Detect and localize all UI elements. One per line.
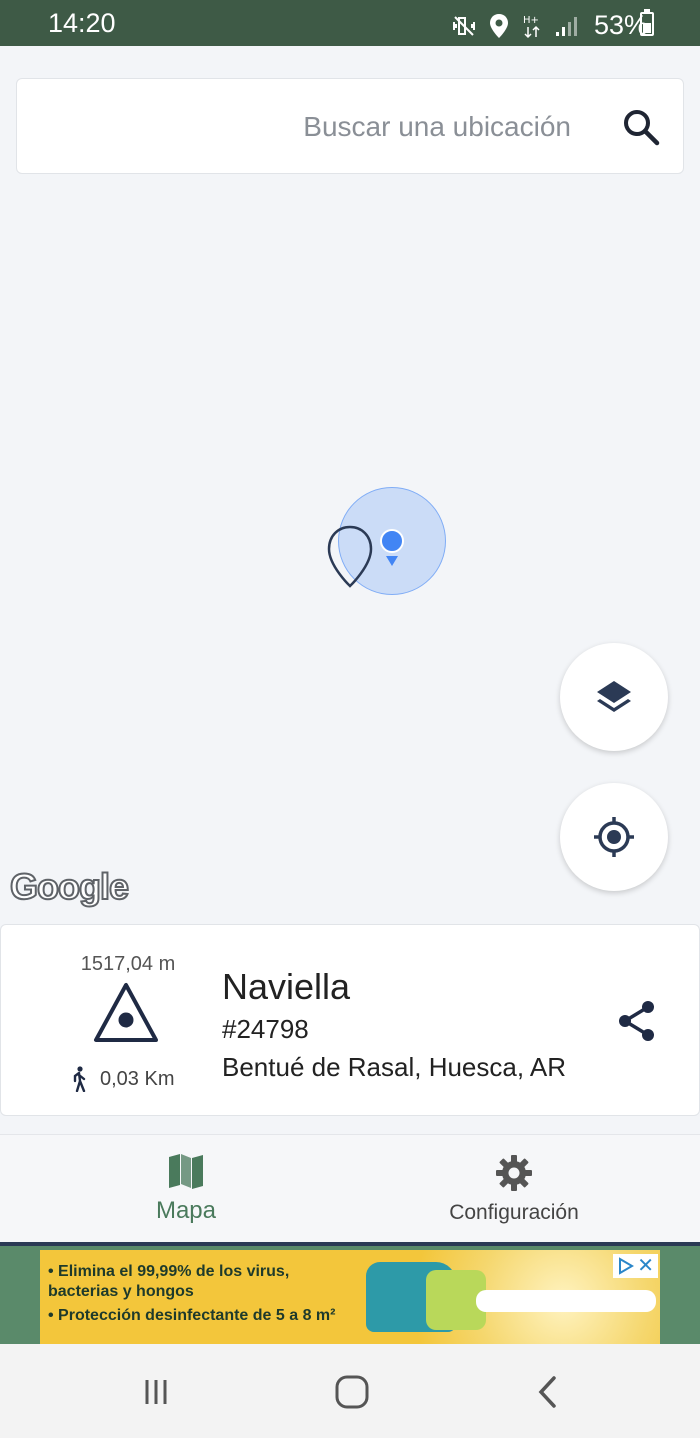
back-icon: [538, 1376, 556, 1408]
layers-icon: [597, 681, 631, 712]
data-arrows-icon: H+: [523, 15, 540, 38]
ad-choices[interactable]: ✕: [613, 1254, 658, 1278]
ad-line-2: • Protección desinfectante de 5 a 8 m²: [48, 1307, 336, 1324]
status-time: 14:20: [48, 8, 116, 38]
status-icons: H+ 53%: [452, 10, 648, 41]
back-button[interactable]: [526, 1370, 570, 1414]
map-pin-icon[interactable]: [326, 524, 374, 588]
nav-item-map[interactable]: Mapa: [86, 1135, 286, 1243]
location-icon: [489, 13, 508, 38]
search-icon[interactable]: [619, 105, 663, 149]
nav-label-settings: Configuración: [449, 1201, 579, 1224]
peak-name: Naviella: [222, 966, 351, 1007]
mute-vibrate-icon: [452, 15, 475, 36]
recents-icon: [145, 1380, 167, 1404]
status-bar: 14:20 H+ 53%: [0, 0, 700, 46]
distance-row: 0,03 Km: [68, 1066, 174, 1092]
layers-button[interactable]: [560, 643, 668, 751]
home-button[interactable]: [330, 1370, 374, 1414]
elevation-label: 1517,04 m: [80, 953, 176, 975]
search-input[interactable]: [17, 79, 577, 175]
distance-value: 0,03 Km: [100, 1067, 175, 1090]
crosshair-icon: [594, 817, 634, 857]
svg-text:H+: H+: [523, 15, 539, 26]
ad-tube-shape: [476, 1290, 656, 1312]
map-icon: [169, 1154, 203, 1189]
my-location-button[interactable]: [560, 783, 668, 891]
battery-icon: [640, 9, 654, 36]
heading-arrow-icon: [386, 556, 398, 566]
signal-icon: [555, 16, 577, 36]
walking-icon: [73, 1066, 86, 1092]
bottom-navigation: Mapa Configuración: [0, 1134, 700, 1242]
adchoices-icon[interactable]: [617, 1257, 635, 1275]
ad-close-icon[interactable]: ✕: [637, 1256, 654, 1276]
recents-button[interactable]: [134, 1370, 178, 1414]
ad-content[interactable]: • Elimina el 99,99% de los virus, bacter…: [40, 1250, 660, 1344]
nav-label-map: Mapa: [155, 1197, 217, 1224]
nav-item-settings[interactable]: Configuración: [412, 1135, 616, 1243]
peak-location: Bentué de Rasal, Huesca, AR: [222, 1052, 566, 1082]
peak-id: #24798: [222, 1014, 309, 1044]
my-location-dot: [380, 529, 404, 553]
home-icon: [335, 1375, 369, 1409]
share-icon[interactable]: [614, 998, 660, 1044]
gear-icon: [496, 1155, 532, 1191]
system-navigation-bar: [0, 1344, 700, 1438]
google-logo: Google: [9, 865, 130, 908]
search-bar[interactable]: [16, 78, 684, 175]
ad-banner[interactable]: • Elimina el 99,99% de los virus, bacter…: [0, 1242, 700, 1344]
summit-icon: [94, 983, 158, 1042]
ad-line-1: • Elimina el 99,99% de los virus, bacter…: [48, 1263, 290, 1300]
ad-text: • Elimina el 99,99% de los virus, bacter…: [48, 1262, 358, 1330]
